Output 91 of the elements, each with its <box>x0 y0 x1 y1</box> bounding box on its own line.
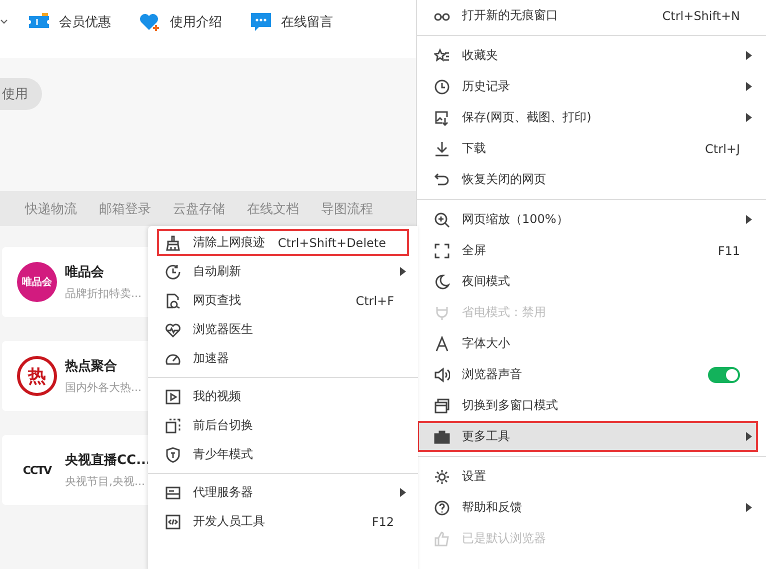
menu-label: 全屏 <box>462 242 487 259</box>
site-title: 唯品会 <box>65 264 105 281</box>
menu-item[interactable]: 网页缩放（100%） <box>417 204 766 235</box>
shortcut-text: Ctrl+Shift+N <box>662 8 740 22</box>
site-description: 品牌折扣特卖... <box>65 286 142 301</box>
menu-item[interactable]: 保存(网页、截图、打印) <box>417 102 766 133</box>
nav-link[interactable]: 会员优惠 <box>59 13 111 31</box>
menu-item[interactable]: 全屏 F11 <box>417 235 766 266</box>
submenu-arrow-icon <box>746 215 752 224</box>
menu-label: 保存(网页、截图、打印) <box>462 109 592 126</box>
site-title: 央视直播CC... <box>65 452 151 469</box>
shortcut-text: Ctrl+Shift+Delete <box>278 236 386 250</box>
proxy-icon <box>165 484 181 500</box>
speaker-icon <box>434 366 450 382</box>
toggle-switch[interactable] <box>708 366 740 382</box>
shield-icon <box>165 446 181 462</box>
star-list-icon <box>434 48 450 64</box>
menu-label: 开发人员工具 <box>193 513 266 530</box>
site-description: 国内外各大热... <box>65 380 142 395</box>
menu-label: 更多工具 <box>462 428 511 445</box>
menu-label: 切换到多窗口模式 <box>462 397 559 414</box>
chevron-down-icon[interactable] <box>0 19 8 25</box>
submenu-item[interactable]: 浏览器医生 <box>148 315 418 344</box>
shortcut-text: Ctrl+F <box>356 294 394 308</box>
fullscreen-icon <box>434 242 450 258</box>
menu-item[interactable]: 收藏夹 <box>417 40 766 71</box>
menu-item[interactable]: 设置 <box>417 461 766 492</box>
moon-icon <box>434 274 450 290</box>
thumbs-up-icon <box>434 530 450 546</box>
menu-label: 历史记录 <box>462 78 511 95</box>
site-logo: 唯品会 <box>17 262 57 302</box>
shortcut-text: F12 <box>372 514 394 528</box>
briefcase-icon <box>434 428 450 444</box>
play-box-icon <box>165 388 181 404</box>
submenu-item[interactable]: 开发人员工具 F12 <box>148 507 418 536</box>
shortcut-text: F11 <box>718 244 740 258</box>
menu-label: 字体大小 <box>462 335 511 352</box>
nav-link[interactable]: 使用介绍 <box>170 13 222 31</box>
menu-label: 前后台切换 <box>193 417 254 434</box>
menu-label: 下载 <box>462 140 487 157</box>
plug-icon <box>434 304 450 320</box>
clock-icon <box>434 78 450 94</box>
switch-icon <box>165 418 181 434</box>
page-search-icon <box>165 292 181 308</box>
image-save-icon <box>434 110 450 126</box>
submenu-arrow-icon <box>400 267 406 276</box>
submenu-arrow-icon <box>746 432 752 441</box>
menu-item[interactable]: 打开新的无痕窗口 Ctrl+Shift+N <box>417 0 766 31</box>
site-logo: 热 <box>17 356 57 396</box>
heart-icon[interactable] <box>139 12 161 32</box>
menu-label: 浏览器医生 <box>193 321 254 338</box>
menu-item[interactable]: 帮助和反馈 <box>417 492 766 523</box>
submenu-arrow-icon <box>746 113 752 122</box>
undo-icon <box>434 172 450 188</box>
menu-item[interactable]: 浏览器声音 <box>417 359 766 390</box>
menu-label: 恢复关闭的网页 <box>462 171 547 188</box>
menu-label: 收藏夹 <box>462 47 499 64</box>
heart-pulse-icon <box>165 322 181 338</box>
menu-item[interactable]: 切换到多窗口模式 <box>417 390 766 421</box>
menu-item[interactable]: 历史记录 <box>417 71 766 102</box>
menu-item[interactable]: 恢复关闭的网页 <box>417 164 766 195</box>
menu-label: 打开新的无痕窗口 <box>462 7 559 24</box>
menu-label: 省电模式：禁用 <box>462 304 547 321</box>
clock-refresh-icon <box>165 264 181 280</box>
submenu-arrow-icon <box>746 82 752 91</box>
menu-label: 浏览器声音 <box>462 366 523 383</box>
menu-label: 设置 <box>462 468 487 485</box>
menu-item[interactable]: 更多工具 <box>417 421 758 452</box>
zoom-in-icon <box>434 212 450 228</box>
menu-item[interactable]: 夜间模式 <box>417 266 766 297</box>
menu-item[interactable]: 字体大小 <box>417 328 766 359</box>
code-icon <box>165 514 181 530</box>
window-icon <box>434 398 450 414</box>
site-description: 央视节目,央视... <box>65 474 146 489</box>
menu-label: 网页缩放（100%） <box>462 211 570 228</box>
use-button[interactable]: 使用 <box>0 78 42 110</box>
nav-link[interactable]: 在线留言 <box>281 13 333 31</box>
submenu-arrow-icon <box>746 503 752 512</box>
menu-label: 夜间模式 <box>462 273 511 290</box>
download-icon <box>434 140 450 156</box>
menu-label: 帮助和反馈 <box>462 499 523 516</box>
help-icon <box>434 500 450 516</box>
broom-icon <box>165 234 181 250</box>
submenu-arrow-icon <box>746 51 752 60</box>
submenu-arrow-icon <box>400 488 406 497</box>
site-title: 热点聚合 <box>65 358 118 375</box>
shortcut-text: Ctrl+J <box>705 142 740 156</box>
chat-icon[interactable] <box>250 11 272 33</box>
menu-item[interactable]: 下载 Ctrl+J <box>417 133 766 164</box>
menu-label: 已是默认浏览器 <box>462 530 547 547</box>
letter-a-icon <box>434 336 450 352</box>
